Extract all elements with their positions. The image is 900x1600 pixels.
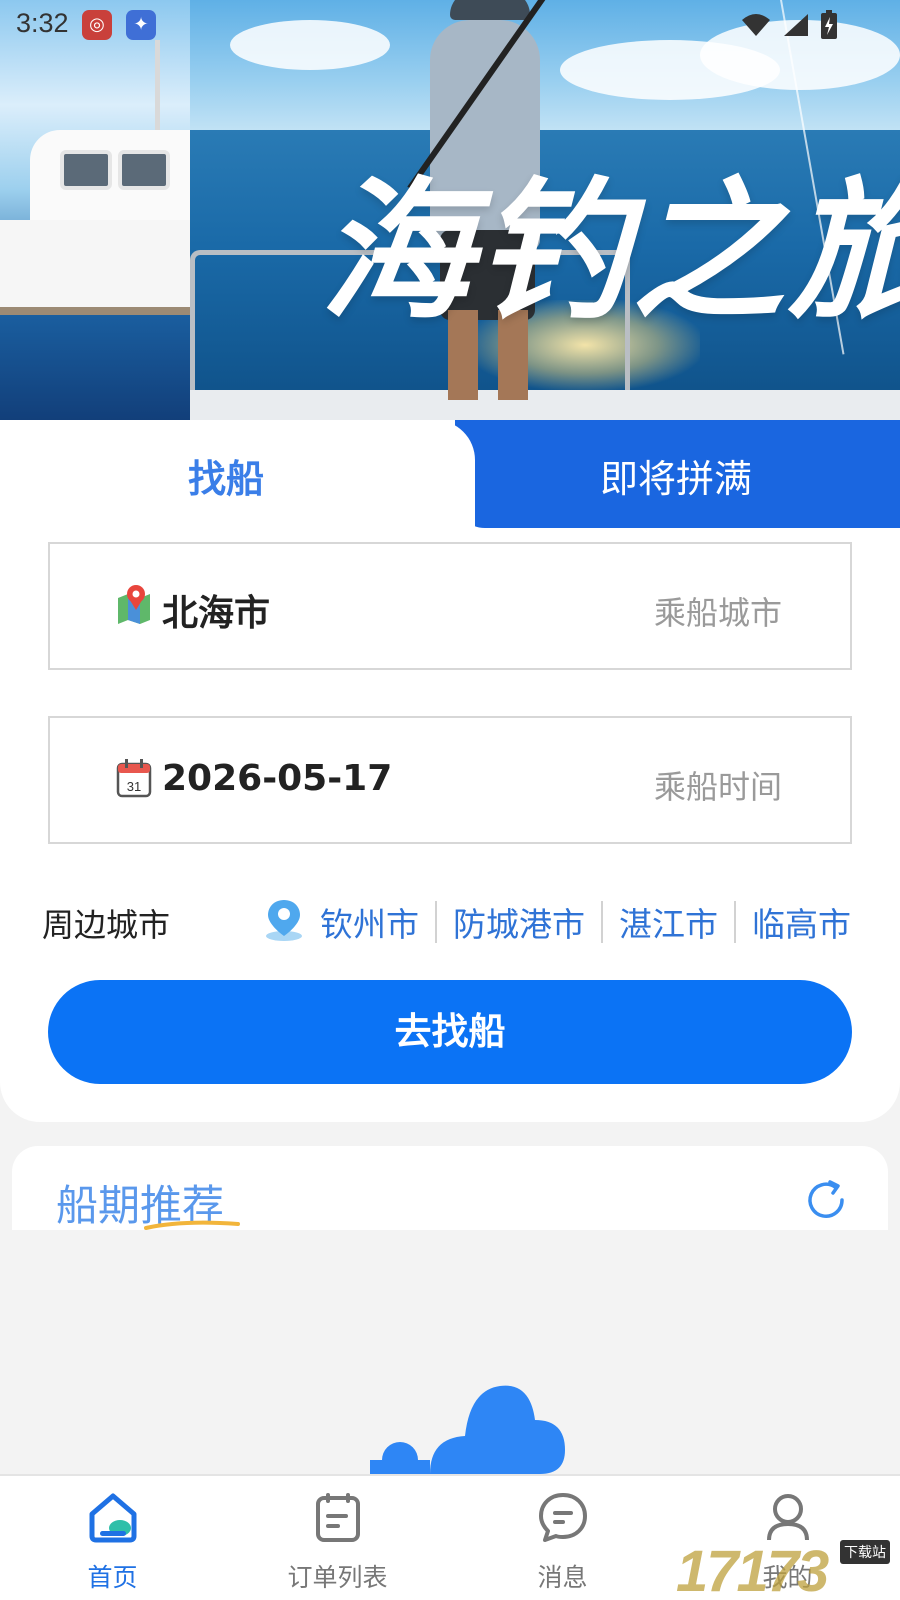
nav-home-label: 首页 <box>87 1563 138 1592</box>
home-icon <box>89 1493 137 1543</box>
nearby-city-lingao[interactable]: 临高市 <box>752 898 851 946</box>
nav-messages[interactable]: 消息 <box>450 1476 675 1600</box>
divider <box>435 901 437 943</box>
message-icon <box>539 1493 587 1542</box>
watermark-logo: 17173 <box>676 1539 829 1600</box>
find-boat-button[interactable]: 去找船 <box>48 980 852 1084</box>
divider <box>734 901 736 943</box>
date-field[interactable]: 31 2026-05-17 乘船时间 <box>48 716 852 844</box>
loading-cloud-illustration <box>370 1385 565 1474</box>
app-notification-icon: ✦ <box>126 10 156 40</box>
city-value: 北海市 <box>162 593 271 634</box>
hero-banner[interactable]: 海钓之旅 <box>0 0 900 420</box>
status-time: 3:32 <box>16 8 69 38</box>
calendar-day: 31 <box>127 779 141 794</box>
tab-almost-full[interactable]: 即将拼满 <box>600 448 752 503</box>
status-indicators <box>740 10 838 40</box>
date-value: 2026-05-17 <box>162 758 393 799</box>
city-field[interactable]: 北海市 乘船城市 <box>48 542 852 670</box>
nav-home[interactable]: 首页 <box>0 1476 225 1600</box>
wifi-icon <box>742 14 770 36</box>
date-hint: 乘船时间 <box>653 768 782 806</box>
banner-title: 海钓之旅 <box>320 163 900 340</box>
battery-charging-icon <box>821 10 837 39</box>
order-list-icon <box>316 1493 360 1542</box>
weibo-notification-icon: ◎ <box>82 10 112 40</box>
tab-find-boat[interactable]: 找船 <box>188 448 264 503</box>
watermark-tag: 下载站 <box>840 1540 890 1564</box>
nav-orders[interactable]: 订单列表 <box>225 1476 450 1600</box>
banner-side-image <box>0 0 190 420</box>
refresh-icon[interactable] <box>802 1176 850 1224</box>
recommend-card: 船期推荐 <box>12 1146 888 1230</box>
profile-icon <box>767 1494 809 1541</box>
city-hint: 乘船城市 <box>653 594 782 632</box>
calendar-icon: 31 <box>116 759 152 798</box>
nearby-cities-label: 周边城市 <box>42 906 171 944</box>
nearby-cities-list: 钦州市 防城港市 湛江市 临高市 <box>320 898 851 946</box>
location-pin-icon <box>266 900 302 941</box>
title-underline-decoration <box>144 1220 240 1230</box>
boat-image <box>0 40 190 330</box>
nav-orders-label: 订单列表 <box>287 1563 388 1592</box>
nearby-city-zhanjiang[interactable]: 湛江市 <box>619 898 718 946</box>
nearby-city-fangchenggang[interactable]: 防城港市 <box>453 898 585 946</box>
map-pin-icon <box>118 585 150 624</box>
status-bar: 3:32 ◎ ✦ <box>0 0 900 48</box>
nearby-city-qinzhou[interactable]: 钦州市 <box>320 898 419 946</box>
nav-messages-label: 消息 <box>537 1563 588 1592</box>
divider <box>601 901 603 943</box>
cellular-signal-icon <box>784 14 808 36</box>
